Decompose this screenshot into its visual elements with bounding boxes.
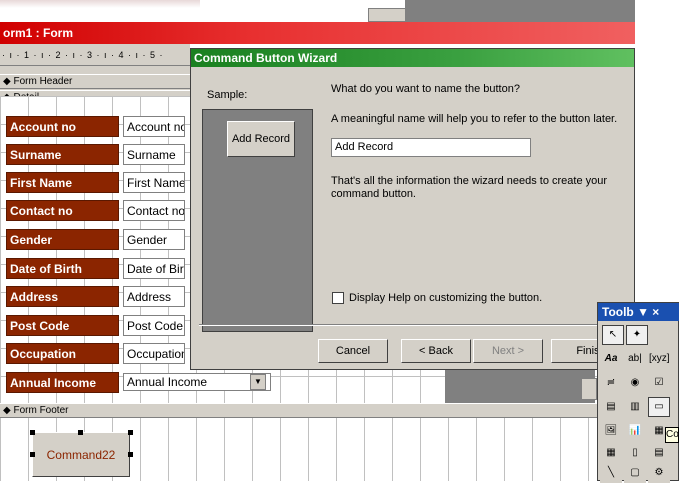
label-post-code[interactable]: Post Code <box>6 315 119 336</box>
subform-icon[interactable]: ▤ <box>648 443 670 463</box>
command22-button[interactable]: Command22 <box>32 432 130 477</box>
label-annual-income[interactable]: Annual Income <box>6 372 119 393</box>
sample-label: Sample: <box>207 89 248 101</box>
combo-dropdown-icon[interactable]: ▼ <box>250 374 266 390</box>
label-first-name[interactable]: First Name <box>6 172 119 193</box>
command-button-wizard-dialog: Command Button Wizard Sample: Add Record… <box>190 48 635 370</box>
back-button[interactable]: < Back <box>401 339 471 363</box>
wizard-separator <box>199 324 633 326</box>
title-bar-fragment <box>0 0 200 8</box>
sample-preview-button: Add Record <box>227 121 295 157</box>
resize-handle[interactable] <box>30 452 35 457</box>
resize-handle[interactable] <box>128 430 133 435</box>
wizard-question: What do you want to name the button? <box>331 83 520 95</box>
window-control-buttons[interactable] <box>368 8 406 22</box>
horizontal-ruler: · ı · 1 · ı · 2 · ı · 3 · ı · 4 · ı · 5 … <box>0 44 190 66</box>
list-box-tool-icon[interactable]: ▥ <box>624 397 646 417</box>
control-wizards-icon[interactable]: ✦ <box>626 325 648 345</box>
tab-control-icon[interactable]: ▯ <box>624 443 646 463</box>
tooltip: Co <box>665 427 679 443</box>
textbox-first-name[interactable]: First Name <box>123 172 185 193</box>
line-tool-icon[interactable]: ╲ <box>600 463 622 483</box>
label-tool-icon[interactable]: Aa <box>600 349 622 369</box>
rectangle-tool-icon[interactable]: ▢ <box>624 463 646 483</box>
resize-handle[interactable] <box>128 452 133 457</box>
textbox-occupation[interactable]: Occupation <box>123 343 185 364</box>
image-tool-icon[interactable]: 🖼 <box>600 421 622 441</box>
toolbox-panel: Toolb ▼ × ↖ ✦ Aa ab| [xyz] ≓ ◉ ☑ ▤ ▥ ▭ 🖼… <box>597 302 679 483</box>
cancel-button[interactable]: Cancel <box>318 339 388 363</box>
textbox-post-code[interactable]: Post Code <box>123 315 185 336</box>
next-button[interactable]: Next > <box>473 339 543 363</box>
option-group-icon[interactable]: [xyz] <box>648 349 670 369</box>
wizard-hint: A meaningful name will help you to refer… <box>331 113 618 125</box>
textbox-tool-icon[interactable]: ab| <box>624 349 646 369</box>
unbound-object-icon[interactable]: 📊 <box>624 421 646 441</box>
label-gender[interactable]: Gender <box>6 229 119 250</box>
checkbox-tool-icon[interactable]: ☑ <box>648 373 670 393</box>
wizard-title: Command Button Wizard <box>191 49 634 67</box>
label-account-no[interactable]: Account no <box>6 116 119 137</box>
button-name-input[interactable]: Add Record <box>331 138 531 157</box>
resize-handle[interactable] <box>78 430 83 435</box>
more-controls-icon[interactable]: ⚙ <box>648 463 670 483</box>
label-contact-no[interactable]: Contact no <box>6 200 119 221</box>
textbox-gender[interactable]: Gender <box>123 229 185 250</box>
app-workspace-background <box>405 0 635 22</box>
textbox-address[interactable]: Address <box>123 286 185 307</box>
textbox-account-no[interactable]: Account no <box>123 116 185 137</box>
form-window-title: orm1 : Form <box>0 22 635 44</box>
command-button-tool-icon[interactable]: ▭ <box>648 397 670 417</box>
wizard-info: That's all the information the wizard ne… <box>331 175 608 200</box>
title-bar-strip <box>0 0 679 22</box>
label-address[interactable]: Address <box>6 286 119 307</box>
help-checkbox-label: Display Help on customizing the button. <box>349 292 543 304</box>
label-occupation[interactable]: Occupation <box>6 343 119 364</box>
toolbox-title[interactable]: Toolb ▼ × <box>598 303 679 321</box>
form-footer-bar[interactable]: ◆ Form Footer <box>0 403 635 418</box>
toggle-button-icon[interactable]: ≓ <box>600 373 622 393</box>
textbox-surname[interactable]: Surname <box>123 144 185 165</box>
resize-handle[interactable] <box>30 430 35 435</box>
form-header-label: Form Header <box>13 76 73 87</box>
textbox-date-of-birth[interactable]: Date of Birth <box>123 258 185 279</box>
help-checkbox[interactable] <box>332 292 344 304</box>
page-break-icon[interactable]: ▦ <box>600 443 622 463</box>
textbox-contact-no[interactable]: Contact no <box>123 200 185 221</box>
label-surname[interactable]: Surname <box>6 144 119 165</box>
form-footer-label: Form Footer <box>13 405 69 416</box>
combo-annual-income[interactable]: Annual Income <box>123 373 271 391</box>
combo-box-tool-icon[interactable]: ▤ <box>600 397 622 417</box>
label-date-of-birth[interactable]: Date of Birth <box>6 258 119 279</box>
vertical-scrollbar[interactable] <box>581 378 597 400</box>
option-button-icon[interactable]: ◉ <box>624 373 646 393</box>
select-objects-icon[interactable]: ↖ <box>602 325 624 345</box>
